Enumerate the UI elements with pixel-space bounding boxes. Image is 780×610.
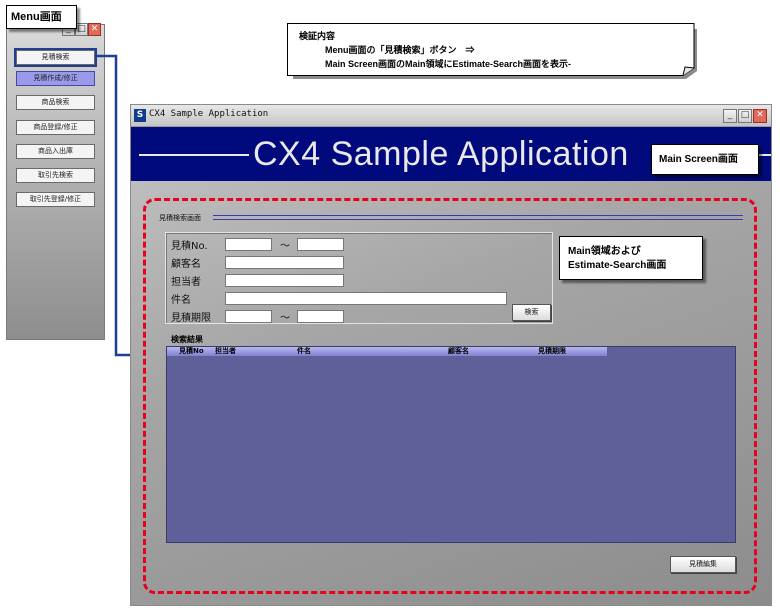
group-title-rule — [213, 215, 743, 220]
note-title: 検証内容 — [299, 31, 336, 41]
column-header-estimate-no[interactable]: 見積No — [179, 347, 215, 356]
results-label: 検索結果 — [171, 335, 203, 344]
close-icon[interactable]: ✕ — [753, 109, 767, 123]
app-icon: S — [134, 109, 146, 122]
person-in-charge-label: 担当者 — [171, 277, 201, 288]
person-in-charge-input[interactable] — [225, 274, 344, 287]
main-title-bar: S CX4 Sample Application _ □ ✕ — [131, 105, 771, 127]
customer-name-label: 顧客名 — [171, 259, 201, 270]
banner-line — [139, 154, 249, 156]
maximize-icon[interactable]: □ — [738, 109, 752, 123]
menu-button-product-search[interactable]: 商品検索 — [16, 95, 95, 110]
subject-input[interactable] — [225, 292, 507, 305]
deadline-to-input[interactable] — [297, 310, 344, 323]
menu-button-product-register[interactable]: 商品登録/修正 — [16, 120, 95, 135]
results-grid[interactable]: 見積No 担当者 件名 顧客名 見積期限 — [166, 346, 736, 543]
menu-button-estimate-create[interactable]: 見積作成/修正 — [16, 71, 95, 86]
menu-button-product-stock[interactable]: 商品入出庫 — [16, 144, 95, 159]
menu-button-client-register[interactable]: 取引先登録/修正 — [16, 192, 95, 207]
customer-name-input[interactable] — [225, 256, 344, 269]
main-screen-window: S CX4 Sample Application _ □ ✕ CX4 Sampl… — [130, 104, 772, 606]
column-header-deadline[interactable]: 見積期限 — [538, 347, 604, 356]
window-title: CX4 Sample Application — [149, 109, 269, 119]
edit-estimate-button[interactable]: 見積編集 — [670, 556, 736, 573]
deadline-label: 見積期限 — [171, 313, 211, 324]
main-region-callout-line-1: Main領域および — [568, 246, 641, 257]
search-group-title: 見積検索画面 — [159, 214, 201, 222]
main-screen-callout: Main Screen画面 — [651, 144, 759, 175]
note-line-2: Main Screen画面のMain領域にEstimate-Search画面を表… — [325, 59, 572, 69]
column-header-customer-name[interactable]: 顧客名 — [448, 347, 534, 356]
results-header: 見積No 担当者 件名 顧客名 見積期限 — [167, 347, 607, 356]
main-region-callout: Main領域および Estimate-Search画面 — [559, 236, 703, 280]
main-region-callout-line-2: Estimate-Search画面 — [568, 260, 667, 271]
deadline-from-input[interactable] — [225, 310, 272, 323]
estimate-no-label: 見積No. — [171, 241, 208, 252]
banner-title: CX4 Sample Application — [253, 135, 629, 173]
note-line-1: Menu画面の「見積検索」ボタン ⇒ — [325, 45, 475, 55]
range-separator: ～ — [280, 241, 290, 252]
column-header-subject[interactable]: 件名 — [297, 347, 445, 356]
estimate-no-from-input[interactable] — [225, 238, 272, 251]
minimize-icon[interactable]: _ — [723, 109, 737, 123]
subject-label: 件名 — [171, 295, 191, 306]
verification-note: 検証内容 Menu画面の「見積検索」ボタン ⇒ Main Screen画面のMa… — [287, 23, 697, 79]
search-criteria-panel — [165, 232, 553, 324]
menu-screen-callout: Menu画面 — [6, 5, 77, 29]
range-separator: ～ — [280, 313, 290, 324]
close-icon[interactable]: ✕ — [88, 23, 101, 36]
search-button[interactable]: 検索 — [512, 304, 551, 321]
menu-button-client-search[interactable]: 取引先検索 — [16, 168, 95, 183]
menu-window: _ □ ✕ 見積検索 見積作成/修正 商品検索 商品登録/修正 商品入出庫 取引… — [6, 23, 105, 340]
menu-button-estimate-search[interactable]: 見積検索 — [14, 48, 97, 67]
estimate-no-to-input[interactable] — [297, 238, 344, 251]
column-header-person-in-charge[interactable]: 担当者 — [215, 347, 295, 356]
